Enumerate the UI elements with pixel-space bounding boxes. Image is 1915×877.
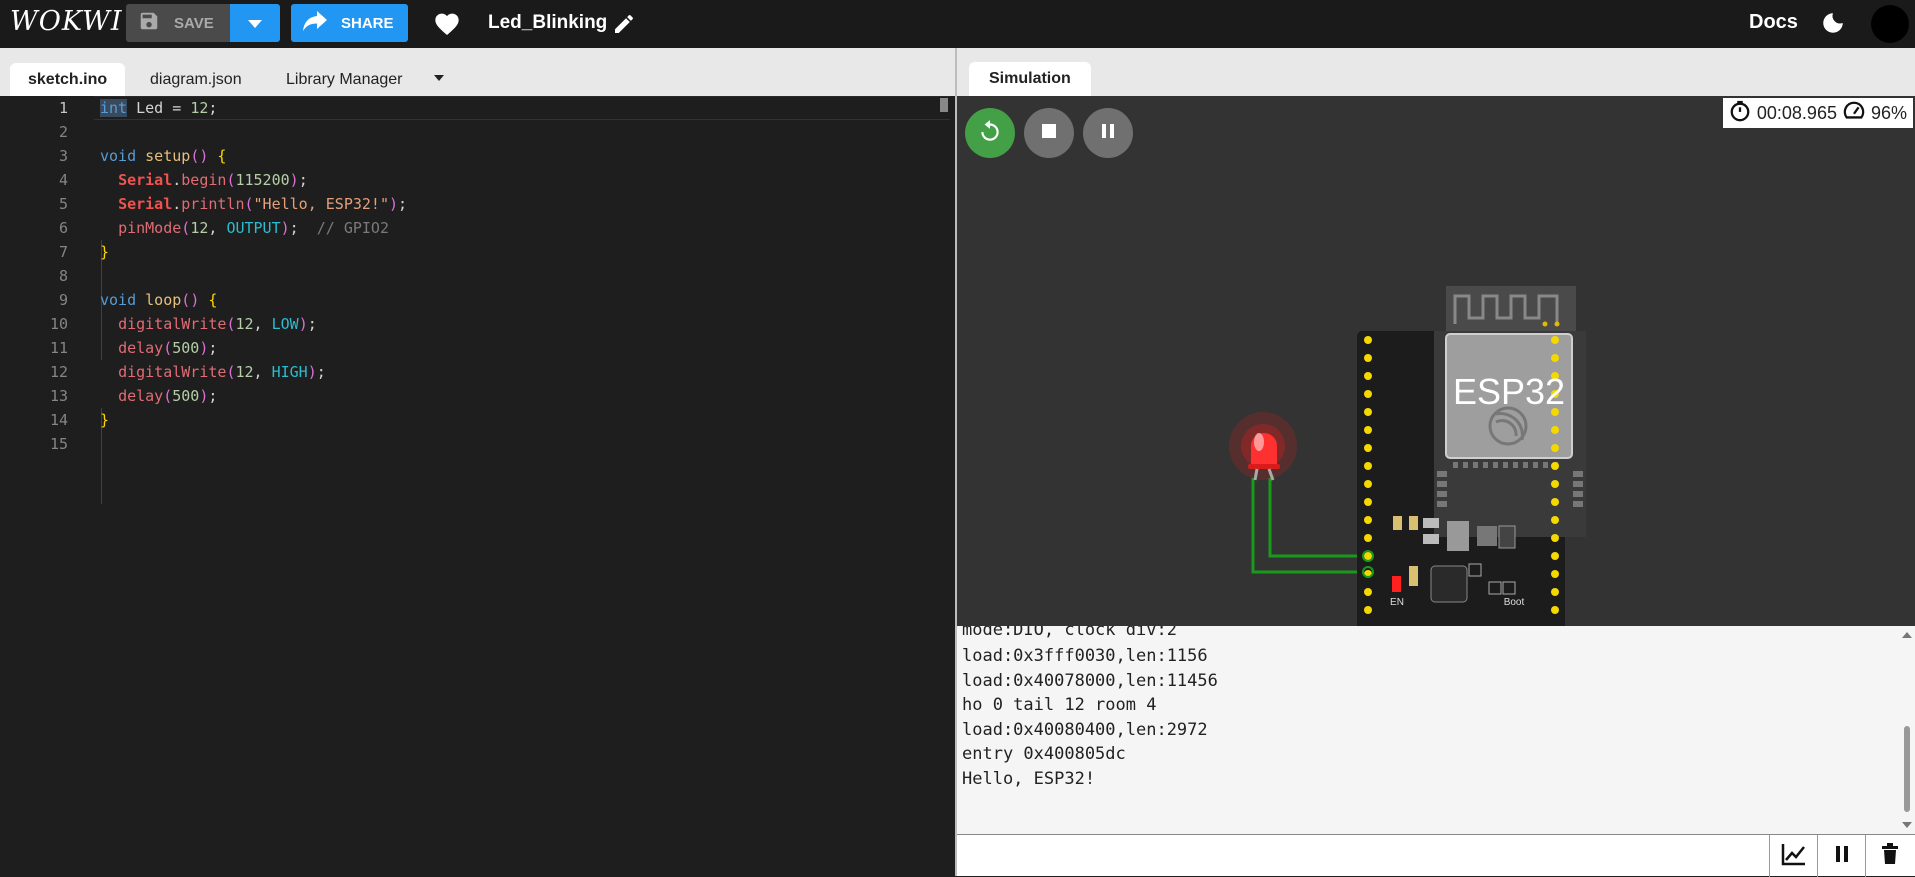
editor-scrollbar[interactable]: [940, 98, 948, 112]
serial-line: mode:DIO, clock div:2: [962, 626, 1177, 640]
simulation-canvas[interactable]: 00:08.965 96% ESP32 EN Boot: [957, 96, 1915, 626]
code-line[interactable]: pinMode(12, OUTPUT); // GPIO2: [100, 219, 389, 237]
line-number: 13: [49, 387, 68, 405]
code-line[interactable]: digitalWrite(12, HIGH);: [100, 363, 326, 381]
project-title[interactable]: Led_Blinking: [488, 12, 607, 34]
board-label: ESP32: [1453, 371, 1565, 412]
code-line[interactable]: Serial.println("Hello, ESP32!");: [100, 195, 407, 213]
heart-icon[interactable]: [433, 10, 461, 41]
serial-line: Hello, ESP32!: [962, 769, 1096, 789]
serial-toolbar: [1769, 834, 1915, 877]
line-number: 2: [58, 123, 68, 141]
tab-simulation[interactable]: Simulation: [969, 62, 1091, 96]
code-line[interactable]: int Led = 12;: [100, 99, 217, 117]
save-options-dropdown[interactable]: [230, 4, 280, 42]
serial-line: load:0x40078000,len:11456: [962, 671, 1218, 691]
code-line[interactable]: }: [100, 243, 109, 261]
line-number: 15: [49, 435, 68, 453]
plotter-button[interactable]: [1769, 835, 1817, 877]
code-editor[interactable]: 1 2 3 4 5 6 7 8 9 10 11 12 13 14 15 int …: [0, 96, 956, 876]
user-avatar[interactable]: [1871, 5, 1909, 43]
simulation-tabs: Simulation: [957, 48, 1915, 96]
line-number: 12: [49, 363, 68, 381]
line-number: 14: [49, 411, 68, 429]
moon-icon[interactable]: [1820, 10, 1846, 41]
share-label: SHARE: [341, 14, 394, 32]
line-number: 8: [58, 267, 68, 285]
tab-sketch-ino[interactable]: sketch.ino: [10, 63, 126, 96]
top-bar: WOKWI SAVE SHARE Led_Blinking Docs: [0, 0, 1915, 48]
serial-input[interactable]: [957, 834, 1769, 876]
code-line[interactable]: void loop() {: [100, 291, 217, 309]
en-button-label: EN: [1390, 597, 1404, 608]
tab-diagram-json[interactable]: diagram.json: [132, 63, 260, 96]
code-line[interactable]: }: [100, 411, 109, 429]
save-button[interactable]: SAVE: [126, 4, 230, 42]
save-label: SAVE: [174, 14, 214, 32]
tabs-more-caret-icon[interactable]: [434, 75, 444, 81]
line-number: 11: [49, 339, 68, 357]
wokwi-logo[interactable]: WOKWI: [10, 6, 123, 37]
line-number: 7: [58, 243, 68, 261]
code-line[interactable]: delay(500);: [100, 339, 217, 357]
editor-tabs: sketch.ino diagram.json Library Manager: [0, 48, 956, 96]
trash-icon: [1880, 842, 1900, 870]
line-number: 5: [58, 195, 68, 213]
docs-link[interactable]: Docs: [1749, 11, 1798, 34]
pause-icon: [1833, 844, 1851, 869]
line-number: 1: [58, 99, 68, 117]
esp32-board[interactable]: ESP32 EN Boot: [1357, 286, 1586, 626]
code-line[interactable]: digitalWrite(12, LOW);: [100, 315, 317, 333]
serial-line: load:0x3fff0030,len:1156: [962, 646, 1208, 666]
circuit-diagram: ESP32 EN Boot: [1229, 286, 1586, 626]
code-line[interactable]: Serial.begin(115200);: [100, 171, 308, 189]
serial-scrollbar[interactable]: [1901, 630, 1913, 830]
floppy-icon: [138, 10, 160, 36]
wire-green[interactable]: [1251, 478, 1375, 574]
line-number: 9: [58, 291, 68, 309]
caret-down-icon: [248, 20, 262, 28]
serial-line: entry 0x400805dc: [962, 744, 1126, 764]
line-number: 6: [58, 219, 68, 237]
tab-library-manager[interactable]: Library Manager: [268, 63, 421, 96]
code-line[interactable]: void setup() {: [100, 147, 226, 165]
serial-pause-button[interactable]: [1817, 835, 1865, 877]
share-button[interactable]: SHARE: [291, 4, 408, 42]
led-red[interactable]: [1229, 412, 1297, 481]
serial-monitor-output[interactable]: mode:DIO, clock div:2 load:0x3fff0030,le…: [957, 626, 1915, 834]
line-number: 4: [58, 171, 68, 189]
serial-clear-button[interactable]: [1865, 835, 1913, 877]
line-number: 10: [49, 315, 68, 333]
pencil-icon[interactable]: [612, 12, 636, 41]
code-line[interactable]: delay(500);: [100, 387, 217, 405]
current-line-highlight: [94, 96, 950, 120]
boot-button-label: Boot: [1504, 597, 1525, 608]
serial-line: ho 0 tail 12 room 4: [962, 695, 1157, 715]
chart-icon: [1781, 842, 1807, 871]
serial-line: load:0x40080400,len:2972: [962, 720, 1208, 740]
share-arrow-icon: [303, 11, 327, 35]
line-number: 3: [58, 147, 68, 165]
